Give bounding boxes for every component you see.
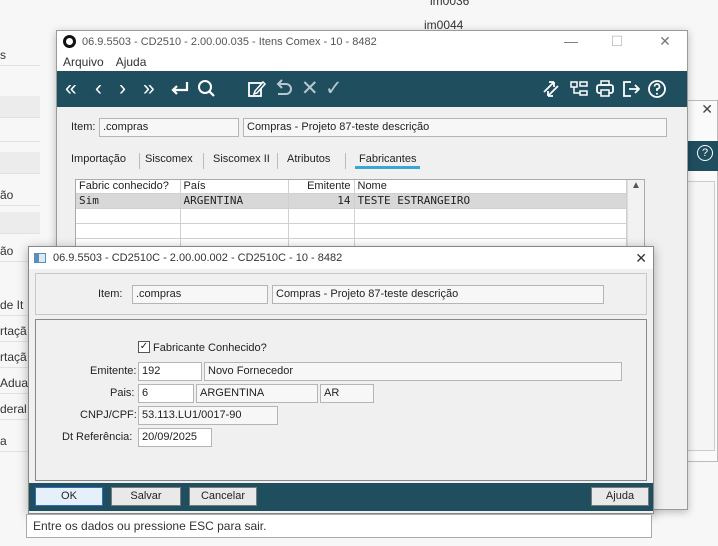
last-record-icon[interactable]: » (143, 77, 155, 101)
emitente-label: Emitente: (90, 365, 137, 377)
item-label: Item: (71, 121, 96, 133)
bg-row (0, 96, 40, 118)
next-record-icon[interactable]: › (119, 77, 126, 101)
tab-fabricantes[interactable]: Fabricantes (354, 153, 422, 169)
cnpj-field: 53.113.LU1/0017-90 (138, 406, 278, 425)
dt-referencia-label: Dt Referência: (62, 431, 133, 443)
print-icon[interactable] (595, 79, 615, 99)
fabricante-conhecido-checkbox[interactable]: ✓ (138, 341, 150, 353)
bg-row (0, 120, 40, 142)
dialog-button-bar: OK Salvar Cancelar Ajuda (29, 483, 653, 511)
help-icon[interactable]: ? (697, 145, 713, 161)
bg-cell: im0036 (430, 0, 470, 8)
app-logo-icon (63, 35, 76, 48)
window-title: 06.9.5503 - CD2510 - 2.00.00.035 - Itens… (82, 36, 377, 48)
goto-icon[interactable] (169, 79, 191, 99)
exit-icon[interactable] (621, 79, 641, 99)
undo-icon[interactable] (273, 79, 295, 99)
table-row[interactable] (76, 223, 627, 239)
emitente-code-input[interactable]: 192 (138, 362, 202, 381)
item-code-field[interactable]: .compras (99, 118, 239, 137)
bg-row (0, 212, 40, 234)
close-icon[interactable]: ✕ (635, 250, 647, 267)
refresh-icon[interactable] (541, 79, 561, 99)
pais-label: Pais: (110, 387, 135, 399)
bg-row (0, 152, 40, 174)
cell-nome: TESTE ESTRANGEIRO (354, 193, 627, 209)
tab-atributos[interactable]: Atributos (287, 153, 330, 165)
maximize-icon[interactable]: ☐ (603, 33, 631, 50)
dialog-title: 06.9.5503 - CD2510C - 2.00.00.002 - CD25… (53, 252, 343, 264)
cancel-icon[interactable]: ✕ (301, 77, 319, 101)
title-bar: 06.9.5503 - CD2510 - 2.00.00.035 - Itens… (57, 31, 687, 53)
table-row[interactable] (76, 208, 627, 224)
column-header-nome[interactable]: Nome (354, 180, 627, 194)
emitente-name-field: Novo Fornecedor (204, 362, 622, 381)
menu-bar: Arquivo Ajuda (57, 53, 687, 71)
status-bar: Entre os dados ou pressione ESC para sai… (26, 514, 652, 538)
ok-button[interactable]: OK (35, 487, 103, 506)
cancelar-button[interactable]: Cancelar (189, 487, 257, 506)
first-record-icon[interactable]: « (65, 77, 77, 101)
table-row[interactable]: Sim ARGENTINA 14 TESTE ESTRANGEIRO (76, 193, 627, 209)
tab-importacao[interactable]: Importação (71, 153, 126, 165)
pais-code-input[interactable]: 6 (138, 384, 194, 403)
dialog-form: ✓ Fabricante Conhecido? Emitente: 192 No… (35, 319, 647, 481)
bg-row: s (0, 44, 40, 66)
bg-row: ão (0, 184, 40, 206)
minimize-icon[interactable]: — (557, 33, 585, 49)
dialog-item-code-field: .compras (132, 285, 268, 304)
close-icon[interactable]: ✕ (701, 101, 713, 118)
column-header-emitente[interactable]: Emitente (288, 180, 355, 194)
menu-ajuda[interactable]: Ajuda (116, 53, 147, 69)
fabricante-conhecido-label: Fabricante Conhecido? (153, 342, 267, 354)
fabricante-dialog: 06.9.5503 - CD2510C - 2.00.00.002 - CD25… (28, 246, 654, 514)
cell-emitente: 14 (288, 193, 355, 209)
pais-name-field: ARGENTINA (196, 384, 318, 403)
cell-pais: ARGENTINA (180, 193, 289, 209)
item-row: Item: .compras Compras - Projeto 87-test… (67, 117, 671, 139)
dialog-item-panel: Item: .compras Compras - Projeto 87-test… (35, 273, 647, 315)
salvar-button[interactable]: Salvar (111, 487, 181, 506)
tab-siscomex-ii[interactable]: Siscomex II (213, 153, 270, 165)
pais-sigla-field: AR (320, 384, 374, 403)
dialog-title-bar: 06.9.5503 - CD2510C - 2.00.00.002 - CD25… (29, 247, 653, 269)
column-header-fabric[interactable]: Fabric conhecido? (76, 180, 181, 194)
help-icon[interactable] (647, 79, 667, 99)
dt-referencia-input[interactable]: 20/09/2025 (138, 428, 212, 447)
item-description-field: Compras - Projeto 87-teste descrição (243, 118, 667, 137)
dialog-item-description-field: Compras - Projeto 87-teste descrição (272, 285, 604, 304)
confirm-icon[interactable]: ✓ (325, 77, 343, 101)
cnpj-label: CNPJ/CPF: (80, 409, 137, 421)
menu-arquivo[interactable]: Arquivo (63, 53, 104, 69)
close-icon[interactable]: ✕ (651, 33, 679, 50)
column-header-pais[interactable]: País (180, 180, 289, 194)
dialog-item-label: Item: (98, 288, 123, 300)
tree-icon[interactable] (569, 79, 589, 99)
toolbar: « ‹ › » ✕ ✓ (57, 71, 687, 107)
scroll-up-icon[interactable]: ▲ (628, 180, 644, 191)
previous-record-icon[interactable]: ‹ (95, 77, 102, 101)
cell-fabric: Sim (76, 193, 181, 209)
search-icon[interactable] (197, 79, 217, 99)
window-icon (34, 253, 46, 263)
edit-icon[interactable] (247, 79, 267, 99)
ajuda-button[interactable]: Ajuda (591, 487, 649, 506)
tab-siscomex[interactable]: Siscomex (145, 153, 193, 165)
